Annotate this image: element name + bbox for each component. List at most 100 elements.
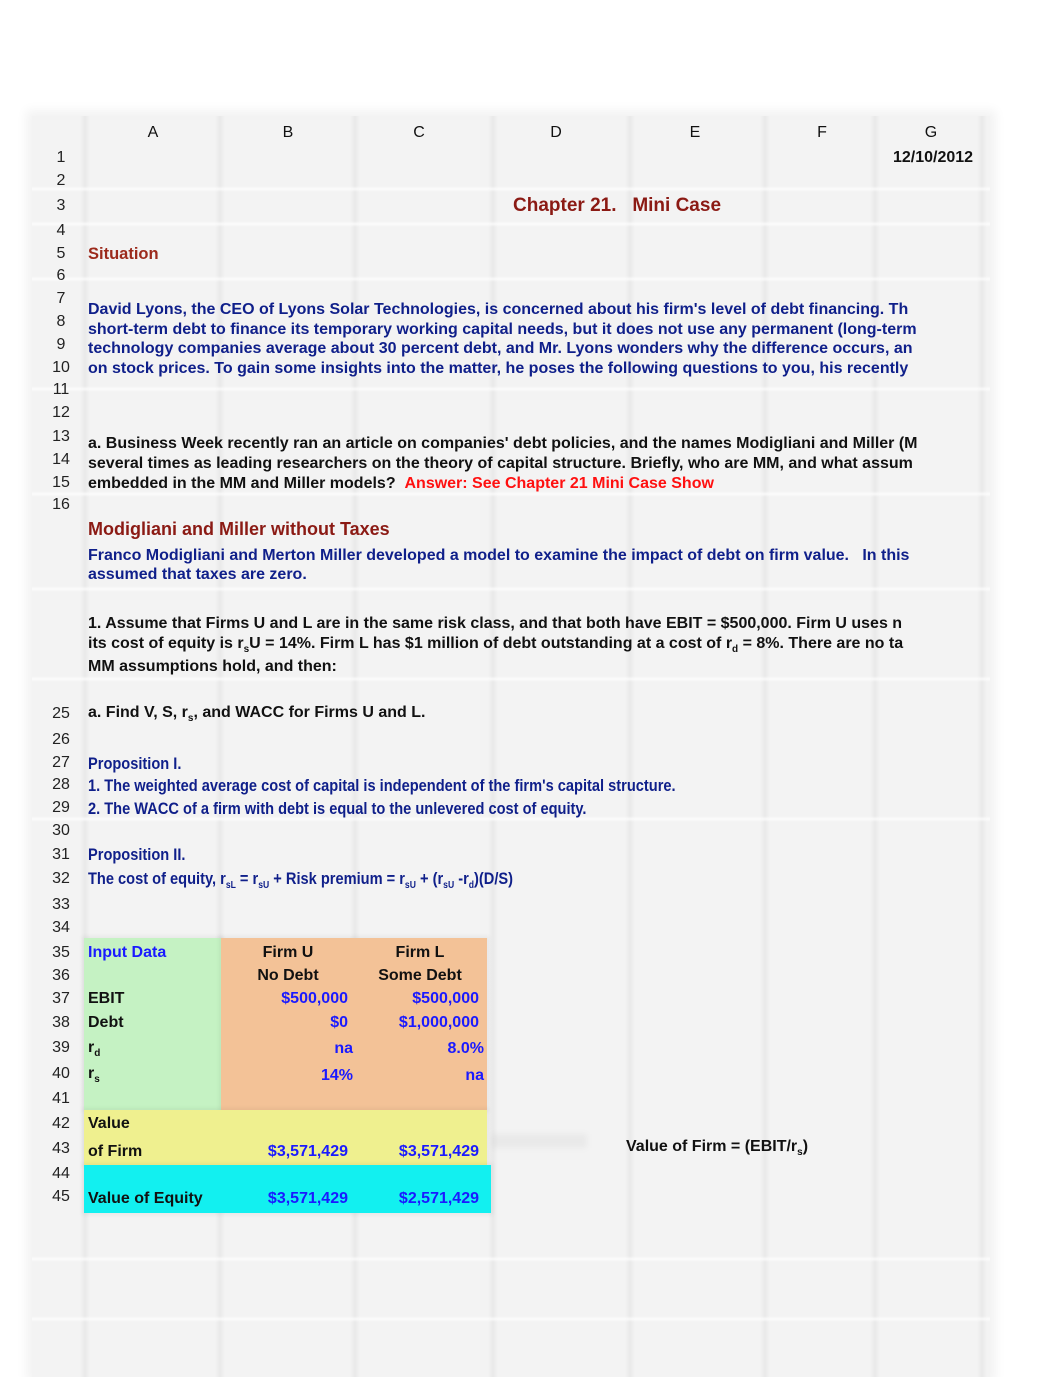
row-number[interactable]: 29 — [40, 799, 82, 817]
column-header-g[interactable]: G — [916, 124, 946, 142]
proposition-2-formula[interactable]: The cost of equity, rsL = rsU + Risk pre… — [88, 869, 513, 891]
situation-paragraph[interactable]: David Lyons, the CEO of Lyons Solar Tech… — [88, 300, 917, 378]
row-number[interactable]: 27 — [40, 754, 82, 772]
firm-u-rs[interactable]: 14% — [321, 1067, 353, 1085]
grid-band — [32, 1256, 990, 1262]
firm-l-rd[interactable]: 8.0% — [448, 1040, 484, 1058]
grid-band — [32, 1316, 990, 1322]
grid-band — [32, 676, 990, 682]
row-number[interactable]: 2 — [40, 172, 82, 190]
row-number[interactable]: 14 — [40, 451, 82, 469]
row-number[interactable]: 39 — [40, 1039, 82, 1057]
firm-u-rd[interactable]: na — [334, 1040, 353, 1058]
mm-intro-paragraph[interactable]: Franco Modigliani and Merton Miller deve… — [88, 547, 909, 584]
firm-l-value-of-firm[interactable]: $3,571,429 — [399, 1143, 479, 1161]
rs-label[interactable]: rs — [88, 1065, 100, 1085]
firm-l-debt[interactable]: $1,000,000 — [399, 1014, 479, 1032]
row-number[interactable]: 13 — [40, 428, 82, 446]
row-number[interactable]: 4 — [40, 222, 82, 240]
text: -r — [454, 869, 469, 888]
question-1-line-2[interactable]: its cost of equity is rsU = 14%. Firm L … — [88, 635, 903, 655]
column-header-c[interactable]: C — [404, 124, 434, 142]
row-number[interactable]: 16 — [40, 496, 82, 514]
date-cell[interactable]: 12/10/2012 — [893, 149, 973, 167]
proposition-1-item-2[interactable]: 2. The WACC of a firm with debt is equal… — [88, 799, 586, 819]
row-number[interactable]: 42 — [40, 1115, 82, 1133]
row-number[interactable]: 35 — [40, 944, 82, 962]
row-number[interactable]: 26 — [40, 731, 82, 749]
question-1-part-a[interactable]: a. Find V, S, rs, and WACC for Firms U a… — [88, 704, 425, 724]
situation-line: technology companies average about 30 pe… — [88, 340, 913, 357]
subscript: sU — [258, 880, 270, 891]
firm-l-ebit[interactable]: $500,000 — [412, 990, 479, 1008]
row-number[interactable]: 15 — [40, 474, 82, 492]
row-number[interactable]: 37 — [40, 990, 82, 1008]
row-number[interactable]: 25 — [40, 705, 82, 723]
row-number[interactable]: 9 — [40, 336, 82, 354]
grid-line — [977, 116, 987, 1377]
column-header-a[interactable]: A — [138, 124, 168, 142]
row-number[interactable]: 28 — [40, 776, 82, 794]
ebit-label[interactable]: EBIT — [88, 990, 124, 1008]
situation-heading[interactable]: Situation — [88, 245, 159, 264]
firm-u-debt[interactable]: $0 — [330, 1014, 348, 1032]
column-header-e[interactable]: E — [680, 124, 710, 142]
row-number[interactable]: 33 — [40, 896, 82, 914]
column-header-d[interactable]: D — [541, 124, 571, 142]
rd-label[interactable]: rd — [88, 1039, 100, 1059]
firm-u-ebit[interactable]: $500,000 — [281, 990, 348, 1008]
question-1-line-1[interactable]: 1. Assume that Firms U and L are in the … — [88, 615, 902, 633]
firm-l-header[interactable]: Firm L — [365, 944, 475, 962]
question-a-line: a. Business Week recently ran an article… — [88, 435, 918, 452]
text: a. Find V, S, r — [88, 704, 188, 721]
row-number[interactable]: 31 — [40, 846, 82, 864]
question-a-paragraph[interactable]: a. Business Week recently ran an article… — [88, 434, 918, 494]
grid-band — [32, 186, 990, 192]
proposition-1-item-1[interactable]: 1. The weighted average cost of capital … — [88, 776, 676, 796]
column-header-b[interactable]: B — [273, 124, 303, 142]
row-number[interactable]: 34 — [40, 919, 82, 937]
row-number[interactable]: 41 — [40, 1090, 82, 1108]
value-of-firm-label-1[interactable]: Value — [88, 1115, 130, 1133]
value-of-equity-label[interactable]: Value of Equity — [88, 1190, 203, 1208]
text: + Risk premium = r — [269, 869, 405, 888]
debt-label[interactable]: Debt — [88, 1014, 124, 1032]
firm-l-subheader[interactable]: Some Debt — [365, 967, 475, 985]
row-number[interactable]: 7 — [40, 290, 82, 308]
firm-u-header[interactable]: Firm U — [238, 944, 338, 962]
firm-l-value-of-equity[interactable]: $2,571,429 — [399, 1190, 479, 1208]
row-number[interactable]: 1 — [40, 149, 82, 167]
row-number[interactable]: 6 — [40, 267, 82, 285]
row-number[interactable]: 12 — [40, 404, 82, 422]
page-title[interactable]: Chapter 21. Mini Case — [513, 195, 721, 217]
row-number[interactable]: 40 — [40, 1065, 82, 1083]
row-number[interactable]: 8 — [40, 313, 82, 331]
proposition-2-title[interactable]: Proposition II. — [88, 845, 185, 865]
cell-shadow — [492, 1134, 587, 1148]
mm-intro-line: Franco Modigliani and Merton Miller deve… — [88, 547, 910, 564]
row-number[interactable]: 36 — [40, 967, 82, 985]
firm-u-subheader[interactable]: No Debt — [238, 967, 338, 985]
value-of-firm-formula[interactable]: Value of Firm = (EBIT/rs) — [626, 1138, 808, 1158]
row-number[interactable]: 43 — [40, 1140, 82, 1158]
value-of-firm-label-2[interactable]: of Firm — [88, 1143, 142, 1161]
question-1-line-3[interactable]: MM assumptions hold, and then: — [88, 658, 337, 676]
row-number[interactable]: 10 — [40, 359, 82, 377]
row-number[interactable]: 30 — [40, 822, 82, 840]
firm-u-value-of-equity[interactable]: $3,571,429 — [268, 1190, 348, 1208]
text: Value of Firm = (EBIT/r — [626, 1138, 798, 1155]
firm-u-value-of-firm[interactable]: $3,571,429 — [268, 1143, 348, 1161]
row-number[interactable]: 32 — [40, 870, 82, 888]
row-number[interactable]: 11 — [40, 381, 82, 399]
row-number[interactable]: 5 — [40, 245, 82, 263]
row-number[interactable]: 45 — [40, 1188, 82, 1206]
input-data-label[interactable]: Input Data — [88, 944, 166, 962]
proposition-1-title[interactable]: Proposition I. — [88, 754, 181, 774]
situation-line: on stock prices. To gain some insights i… — [88, 359, 909, 377]
row-number[interactable]: 44 — [40, 1165, 82, 1183]
row-number[interactable]: 3 — [40, 197, 82, 215]
row-number[interactable]: 38 — [40, 1014, 82, 1032]
column-header-f[interactable]: F — [807, 124, 837, 142]
firm-l-rs[interactable]: na — [465, 1067, 484, 1085]
section-heading-mm-no-taxes[interactable]: Modigliani and Miller without Taxes — [88, 519, 390, 540]
